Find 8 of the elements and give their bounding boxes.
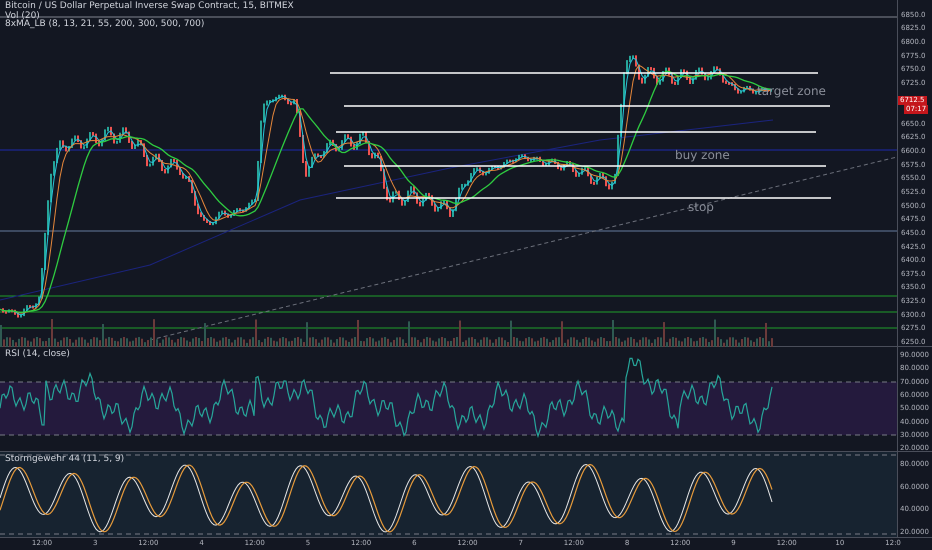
volume-label: Vol (20) xyxy=(5,11,40,21)
rsi-label: RSI (14, close) xyxy=(5,349,70,360)
indicator-label: 8xMA_LB (8, 13, 21, 55, 200, 300, 500, 700) xyxy=(5,19,204,30)
chart-annotation: stop xyxy=(688,200,714,214)
chart-annotation: target zone xyxy=(757,84,826,98)
chart-title: Bitcoin / US Dollar Perpetual Inverse Swap Contract, 15, BITMEX xyxy=(5,1,294,11)
oscillator-label: Stormgewehr 44 (11, 5, 9) xyxy=(5,454,124,465)
chart-annotation: buy zone xyxy=(675,148,730,162)
